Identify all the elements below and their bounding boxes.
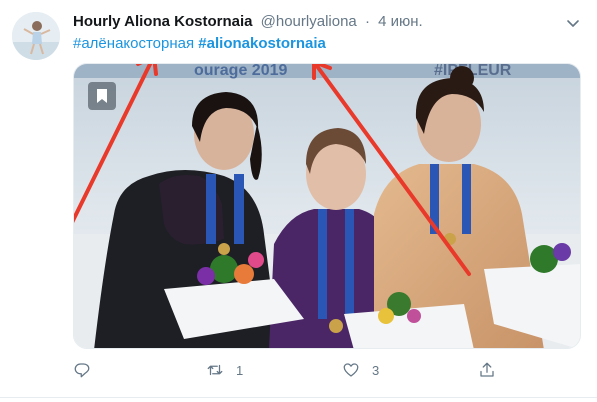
retweet-button[interactable]: 1 xyxy=(206,356,243,384)
share-button[interactable] xyxy=(478,356,508,384)
tweet-photo[interactable]: ourage 2019 #IPFLEUR xyxy=(73,63,581,349)
more-options-chevron-down-icon[interactable] xyxy=(563,13,583,33)
retweet-count: 1 xyxy=(236,362,244,378)
author-name[interactable]: Hourly Aliona Kostornaia xyxy=(73,13,252,30)
podium-photo: ourage 2019 #IPFLEUR xyxy=(74,64,580,348)
reply-button[interactable] xyxy=(73,356,103,384)
hashtag-link[interactable]: #alionakostornaia xyxy=(198,35,326,52)
heart-icon xyxy=(343,363,359,377)
avatar-image xyxy=(12,12,60,60)
reply-icon xyxy=(74,363,90,378)
like-button[interactable]: 3 xyxy=(342,356,379,384)
tweet-card[interactable]: Hourly Aliona Kostornaia @hourlyaliona ·… xyxy=(0,0,597,402)
backdrop-text-left: ourage 2019 xyxy=(194,64,287,79)
separator-dot: · xyxy=(364,13,370,30)
like-count: 3 xyxy=(372,362,380,378)
retweet-icon xyxy=(207,364,223,376)
tweet-actions: 1 3 xyxy=(73,356,503,384)
bookmark-icon[interactable] xyxy=(88,82,116,110)
share-icon xyxy=(480,362,494,377)
avatar[interactable] xyxy=(12,12,60,60)
tweet-header: Hourly Aliona Kostornaia @hourlyaliona ·… xyxy=(73,12,423,32)
hashtag-link[interactable]: #алёнакосторная xyxy=(73,35,194,52)
tweet-divider xyxy=(0,397,597,398)
tweet-text: #алёнакосторная #alionakostornaia xyxy=(73,34,326,54)
tweet-date[interactable]: 4 июн. xyxy=(378,13,423,30)
author-handle[interactable]: @hourlyaliona xyxy=(261,13,357,30)
